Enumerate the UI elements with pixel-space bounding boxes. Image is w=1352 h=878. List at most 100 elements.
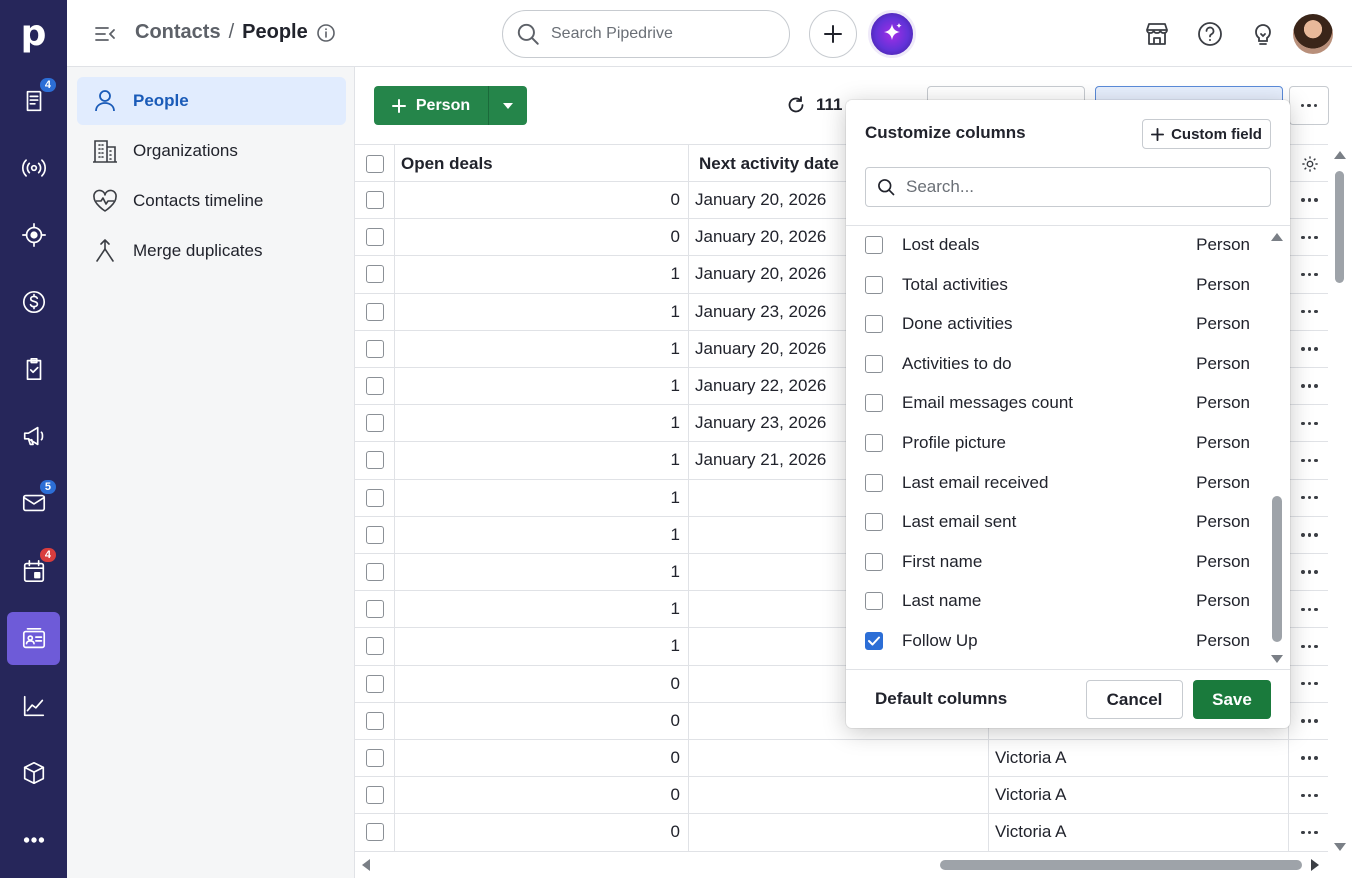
cancel-button[interactable]: Cancel (1086, 680, 1183, 719)
field-list-scrollbar[interactable] (1270, 232, 1284, 664)
table-row[interactable]: 0 Victoria A (355, 740, 1330, 778)
open-deals-cell[interactable]: 1 (395, 330, 689, 367)
rail-item-contacts-card[interactable] (7, 612, 60, 665)
ai-assistant-button[interactable] (868, 10, 916, 58)
open-deals-cell[interactable]: 0 (395, 740, 689, 777)
row-checkbox[interactable] (365, 339, 384, 358)
row-checkbox[interactable] (365, 674, 384, 693)
tips-lightbulb-icon[interactable] (1248, 19, 1278, 49)
select-all-checkbox[interactable] (365, 154, 384, 173)
column-settings[interactable] (1289, 145, 1330, 182)
column-field-option[interactable]: Follow Up Person (865, 621, 1250, 661)
table-horizontal-scrollbar[interactable] (355, 852, 1330, 878)
rail-item-campaigns-broadcast[interactable] (7, 141, 60, 194)
row-actions-button[interactable] (1289, 628, 1330, 664)
column-field-option[interactable]: Total activities Person (865, 265, 1250, 305)
row-checkbox[interactable] (365, 786, 384, 805)
save-button[interactable]: Save (1193, 680, 1271, 719)
rail-item-products-box[interactable] (7, 746, 60, 799)
field-checkbox[interactable] (865, 632, 883, 650)
row-checkbox[interactable] (365, 563, 384, 582)
field-checkbox[interactable] (865, 434, 883, 452)
row-actions-button[interactable] (1289, 777, 1330, 813)
row-checkbox[interactable] (365, 414, 384, 433)
row-checkbox[interactable] (365, 228, 384, 247)
add-person-dropdown[interactable] (489, 86, 527, 125)
table-row[interactable]: 0 Victoria A (355, 777, 1330, 815)
row-checkbox[interactable] (365, 749, 384, 768)
open-deals-cell[interactable]: 1 (395, 368, 689, 405)
open-deals-cell[interactable]: 0 (395, 702, 689, 739)
row-actions-button[interactable] (1289, 294, 1330, 330)
column-header-open-deals[interactable]: Open deals (395, 145, 689, 182)
row-checkbox[interactable] (365, 823, 384, 842)
table-vertical-scrollbar[interactable] (1328, 144, 1352, 854)
owner-cell[interactable]: Victoria A (989, 814, 1289, 851)
owner-cell[interactable]: Victoria A (989, 740, 1289, 777)
row-checkbox[interactable] (365, 265, 384, 284)
open-deals-cell[interactable]: 0 (395, 182, 689, 219)
open-deals-cell[interactable]: 1 (395, 628, 689, 665)
field-checkbox[interactable] (865, 315, 883, 334)
row-actions-button[interactable] (1289, 517, 1330, 553)
rail-item-calendar[interactable]: 4 (7, 544, 60, 597)
row-actions-button[interactable] (1289, 554, 1330, 590)
column-field-option[interactable]: Activities to do Person (865, 344, 1250, 384)
user-avatar[interactable] (1293, 14, 1333, 54)
sidenav-item-merge-duplicates[interactable]: Merge duplicates (77, 227, 346, 275)
open-deals-cell[interactable]: 1 (395, 293, 689, 330)
global-search[interactable] (502, 10, 790, 58)
column-field-option[interactable]: Email messages count Person (865, 383, 1250, 423)
next-activity-cell[interactable] (689, 740, 989, 777)
open-deals-cell[interactable]: 1 (395, 442, 689, 479)
field-checkbox[interactable] (865, 552, 883, 571)
column-field-option[interactable]: Last name Person (865, 581, 1250, 621)
quick-add-button[interactable] (809, 10, 857, 58)
row-checkbox[interactable] (365, 711, 384, 730)
field-checkbox[interactable] (865, 354, 883, 373)
open-deals-cell[interactable]: 0 (395, 665, 689, 702)
row-actions-button[interactable] (1289, 703, 1330, 739)
help-icon[interactable] (1195, 19, 1225, 49)
sidenav-item-organizations[interactable]: Organizations (77, 127, 346, 175)
owner-cell[interactable]: Victoria A (989, 777, 1289, 814)
field-search[interactable] (865, 167, 1271, 207)
field-checkbox[interactable] (865, 275, 883, 294)
field-checkbox[interactable] (865, 236, 883, 254)
row-checkbox[interactable] (365, 525, 384, 544)
row-actions-button[interactable] (1289, 442, 1330, 478)
open-deals-cell[interactable]: 0 (395, 814, 689, 851)
row-actions-button[interactable] (1289, 331, 1330, 367)
scroll-thumb[interactable] (1335, 171, 1344, 283)
rail-item-megaphone[interactable] (7, 409, 60, 462)
row-checkbox[interactable] (365, 488, 384, 507)
field-checkbox[interactable] (865, 473, 883, 492)
row-checkbox[interactable] (365, 302, 384, 321)
rail-item-target[interactable] (7, 208, 60, 261)
sidenav-item-contacts-timeline[interactable]: Contacts timeline (77, 177, 346, 225)
rail-item-mail[interactable]: 5 (7, 476, 60, 529)
rail-item-activities-clipboard[interactable] (7, 342, 60, 395)
open-deals-cell[interactable]: 1 (395, 256, 689, 293)
breadcrumb-contacts[interactable]: Contacts (135, 21, 221, 44)
row-checkbox[interactable] (365, 600, 384, 619)
column-field-option[interactable]: Lost deals Person (865, 226, 1250, 265)
rail-item-insights-chart[interactable] (7, 679, 60, 732)
field-checkbox[interactable] (865, 592, 883, 611)
rail-item-leads-inbox[interactable]: 4 (7, 74, 60, 127)
field-checkbox[interactable] (865, 513, 883, 532)
more-options-button[interactable] (1289, 86, 1329, 125)
open-deals-cell[interactable]: 1 (395, 405, 689, 442)
refresh-icon[interactable] (786, 95, 806, 115)
row-actions-button[interactable] (1289, 182, 1330, 218)
open-deals-cell[interactable]: 1 (395, 516, 689, 553)
table-row[interactable]: 0 Victoria A (355, 814, 1330, 852)
row-checkbox[interactable] (365, 377, 384, 396)
pipedrive-logo[interactable]: p (0, 0, 67, 67)
row-actions-button[interactable] (1289, 591, 1330, 627)
row-actions-button[interactable] (1289, 480, 1330, 516)
global-search-input[interactable] (551, 25, 771, 43)
scroll-thumb[interactable] (1272, 496, 1282, 642)
open-deals-cell[interactable]: 1 (395, 554, 689, 591)
open-deals-cell[interactable]: 0 (395, 219, 689, 256)
